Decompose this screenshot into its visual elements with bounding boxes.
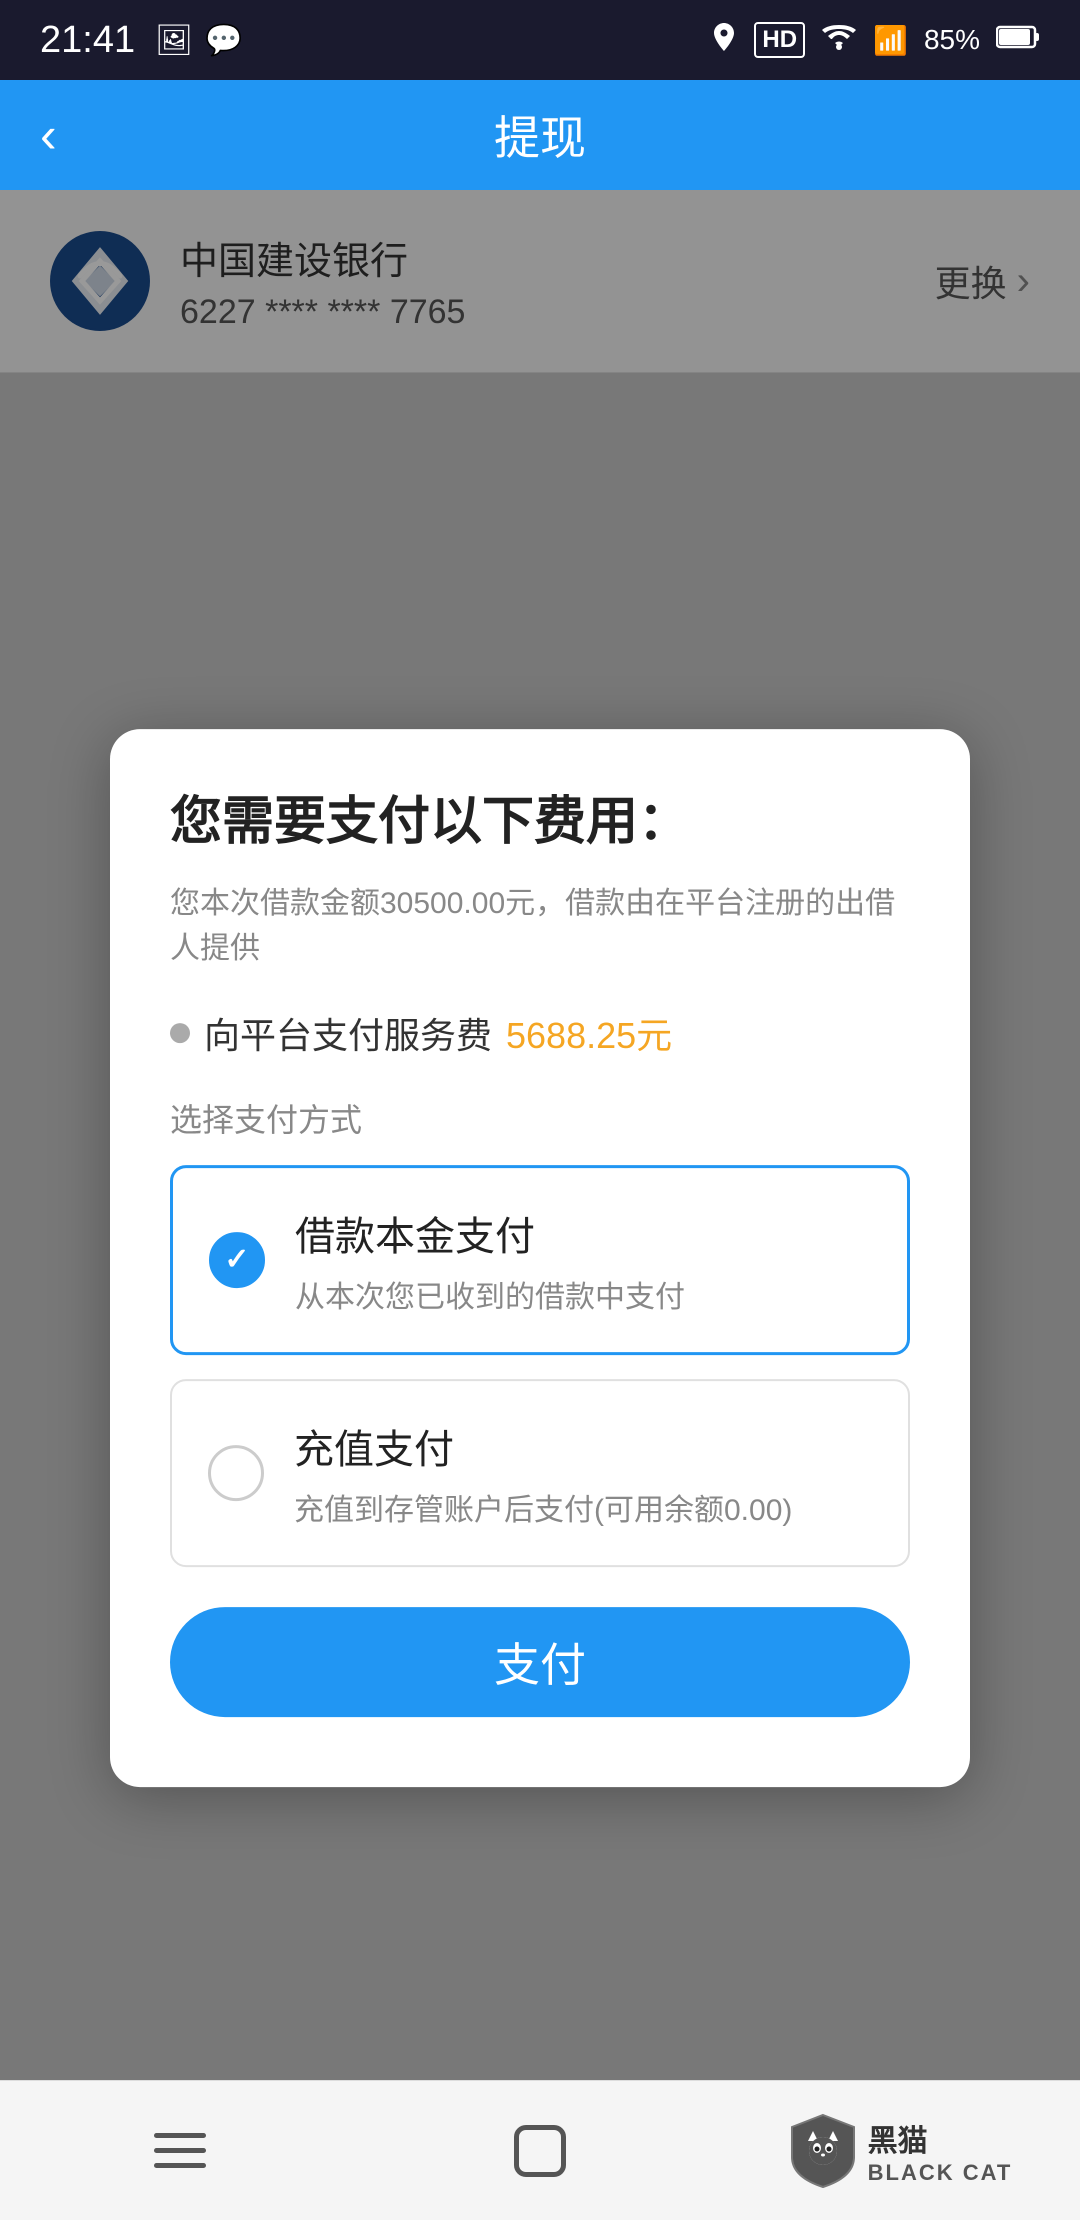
dialog-description: 您本次借款金额30500.00元，借款由在平台注册的出借人提供: [170, 881, 910, 971]
home-icon: [514, 2125, 566, 2177]
bottom-nav: 黑猫 BLACK CAT: [0, 2080, 1080, 2220]
nav-blackcat[interactable]: 黑猫 BLACK CAT: [720, 2081, 1080, 2220]
option1-desc: 从本次您已收到的借款中支付: [295, 1272, 685, 1316]
option2-info: 充值支付 充值到存管账户后支付(可用余额0.00): [294, 1417, 792, 1529]
nav-home[interactable]: [360, 2081, 720, 2220]
message-icon: 💬: [205, 23, 242, 58]
battery-icon: [996, 24, 1040, 56]
dialog-title: 您需要支付以下费用：: [170, 789, 910, 857]
shield-cat-icon: [788, 2111, 858, 2191]
pay-button[interactable]: 支付: [170, 1607, 910, 1717]
payment-option-recharge[interactable]: 充值支付 充值到存管账户后支付(可用余额0.00): [170, 1379, 910, 1567]
location-icon: [710, 21, 738, 60]
payment-method-label: 选择支付方式: [170, 1095, 910, 1141]
blackcat-text: 黑猫 BLACK CAT: [868, 2116, 1013, 2186]
radio-option1[interactable]: ✓: [209, 1232, 265, 1288]
page-title: 提现: [494, 102, 586, 168]
bg-content: 中国建设银行 6227 **** **** 7765 更换 › 您需要支付以下费…: [0, 190, 1080, 2220]
back-button[interactable]: ‹: [40, 106, 57, 164]
menu-icon: [154, 2133, 206, 2168]
payment-option-principal[interactable]: ✓ 借款本金支付 从本次您已收到的借款中支付: [170, 1165, 910, 1355]
battery-level: 85%: [924, 24, 980, 56]
fee-label: 向平台支付服务费: [204, 1007, 492, 1059]
menu-line-3: [154, 2163, 206, 2168]
hd-badge: HD: [754, 22, 805, 58]
status-time: 21:41: [40, 19, 135, 62]
fee-dot: [170, 1023, 190, 1043]
status-right: HD 📶 85%: [710, 21, 1040, 60]
fee-amount: 5688.25元: [506, 1007, 672, 1059]
fee-row: 向平台支付服务费 5688.25元: [170, 1007, 910, 1059]
photo-icon: 🖼: [155, 23, 193, 58]
signal-icon: 📶: [873, 24, 908, 57]
wifi-icon: [821, 23, 857, 58]
nav-menu[interactable]: [0, 2081, 360, 2220]
blackcat-english: BLACK CAT: [868, 2160, 1013, 2186]
payment-dialog: 您需要支付以下费用： 您本次借款金额30500.00元，借款由在平台注册的出借人…: [110, 729, 970, 1787]
status-bar: 21:41 🖼 💬 HD 📶 85%: [0, 0, 1080, 80]
menu-line-2: [154, 2148, 206, 2153]
status-left: 21:41 🖼 💬: [40, 19, 243, 62]
check-icon: ✓: [224, 1242, 249, 1277]
blackcat-logo: 黑猫 BLACK CAT: [788, 2111, 1013, 2191]
menu-line-1: [154, 2133, 206, 2138]
nav-header: ‹ 提现: [0, 80, 1080, 190]
radio-option2[interactable]: [208, 1445, 264, 1501]
heimao-chinese: 黑猫: [868, 2116, 928, 2160]
option1-info: 借款本金支付 从本次您已收到的借款中支付: [295, 1204, 685, 1316]
status-icons: 🖼 💬: [155, 23, 242, 58]
option1-title: 借款本金支付: [295, 1204, 685, 1262]
option2-title: 充值支付: [294, 1417, 792, 1475]
option2-desc: 充值到存管账户后支付(可用余额0.00): [294, 1485, 792, 1529]
